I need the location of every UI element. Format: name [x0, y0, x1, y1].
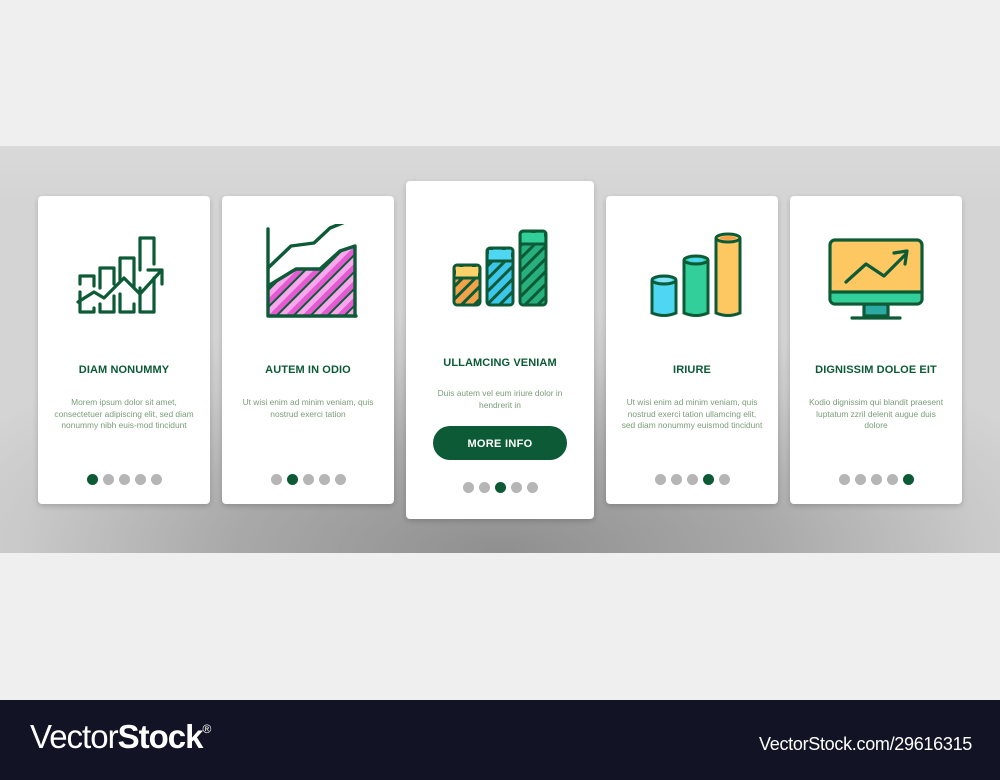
vectorstock-logo: VectorStock® [30, 718, 211, 755]
page-dot-3[interactable] [302, 474, 314, 485]
cylinder-bar-chart-icon [650, 232, 742, 317]
page-dot-3[interactable] [118, 474, 130, 485]
pagination-dots [222, 474, 394, 485]
pagination-dots [38, 474, 210, 485]
page-dot-2[interactable] [102, 474, 114, 485]
page-dot-3[interactable] [686, 474, 698, 485]
page-dot-3[interactable] [494, 482, 506, 493]
card-title: ULLAMCING VENIAM [443, 357, 557, 369]
pagination-dots [790, 474, 962, 485]
area-chart-icon [266, 224, 358, 318]
page-dot-5[interactable] [334, 474, 346, 485]
pagination-dots [406, 482, 594, 493]
page-dot-4[interactable] [702, 474, 714, 485]
bar-chart-growth-arrow-icon [76, 236, 164, 314]
pagination-dots [606, 474, 778, 485]
page-dot-4[interactable] [886, 474, 898, 485]
more-info-button[interactable]: MORE INFO [433, 426, 567, 460]
card-title: DIAM NONUMMY [78, 364, 170, 376]
page-dot-3[interactable] [870, 474, 882, 485]
card-description: Kodio dignissim qui blandit praesent lup… [808, 397, 944, 431]
image-id-text: VectorStock.com/29616315 [759, 734, 972, 754]
page-dot-2[interactable] [478, 482, 490, 493]
card-title: IRIURE [673, 364, 711, 376]
page-dot-2[interactable] [286, 474, 298, 485]
page-dot-1[interactable] [86, 474, 98, 485]
footer-bar: VectorStock® VectorStock.com/29616315 [0, 700, 1000, 780]
page-dot-5[interactable] [718, 474, 730, 485]
onboarding-card-5: DIGNISSIM DOLOE EIT Kodio dignissim qui … [790, 196, 962, 504]
onboarding-card-2: AUTEM IN ODIO Ut wisi enim ad minim veni… [222, 196, 394, 504]
page-dot-1[interactable] [462, 482, 474, 493]
card-description: Morem ipsum dolor sit amet, consectetuer… [54, 397, 194, 431]
page-dot-1[interactable] [838, 474, 850, 485]
card-title: DIGNISSIM DOLOE EIT [815, 364, 937, 376]
page-dot-4[interactable] [510, 482, 522, 493]
card-description: Duis autem vel eum iriure dolor in hendr… [437, 388, 563, 410]
card-title: AUTEM IN ODIO [265, 364, 351, 376]
page-dot-2[interactable] [670, 474, 682, 485]
striped-bar-chart-icon [452, 229, 548, 307]
onboarding-card-3: ULLAMCING VENIAM Duis autem vel eum iriu… [406, 181, 594, 519]
card-description: Ut wisi enim ad minim veniam, quis nostr… [242, 397, 374, 419]
onboarding-card-1: DIAM NONUMMY Morem ipsum dolor sit amet,… [38, 196, 210, 504]
page-dot-1[interactable] [270, 474, 282, 485]
onboarding-card-4: IRIURE Ut wisi enim ad minim veniam, qui… [606, 196, 778, 504]
page-dot-1[interactable] [654, 474, 666, 485]
monitor-growth-chart-icon [828, 238, 924, 320]
page-dot-4[interactable] [134, 474, 146, 485]
page-dot-5[interactable] [526, 482, 538, 493]
card-description: Ut wisi enim ad minim veniam, quis nostr… [621, 397, 763, 431]
page-dot-4[interactable] [318, 474, 330, 485]
page-dot-2[interactable] [854, 474, 866, 485]
page-dot-5[interactable] [902, 474, 914, 485]
page-dot-5[interactable] [150, 474, 162, 485]
